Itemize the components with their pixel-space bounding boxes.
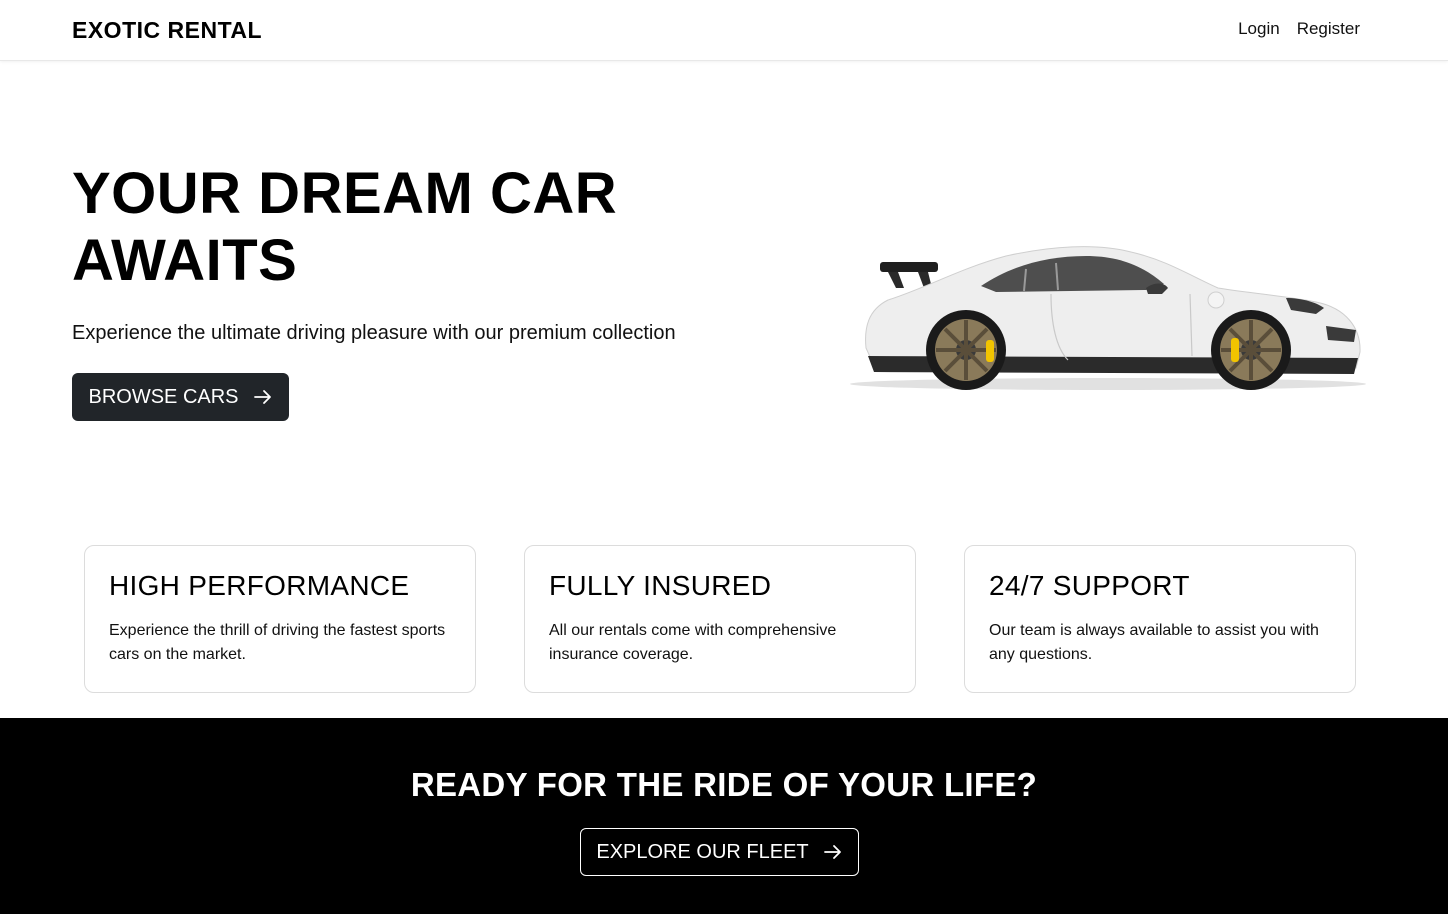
feature-title: FULLY INSURED (549, 570, 772, 601)
feature-card-performance: HIGH PERFORMANCE Experience the thrill o… (84, 545, 476, 693)
explore-fleet-label: EXPLORE OUR FLEET (596, 840, 809, 863)
feature-title: HIGH PERFORMANCE (109, 570, 410, 601)
hero-car-image (850, 246, 1366, 390)
cta-section: READY FOR THE RIDE OF YOUR LIFE? EXPLORE… (0, 718, 1448, 914)
hero-title: YOUR DREAM CAR AWAITS (72, 161, 618, 293)
register-link[interactable]: Register (1297, 19, 1360, 39)
browse-cars-button[interactable]: BROWSE CARS (72, 373, 289, 421)
cta-title: READY FOR THE RIDE OF YOUR LIFE? (410, 766, 1038, 803)
explore-fleet-button[interactable]: EXPLORE OUR FLEET (580, 828, 859, 876)
nav-links: Login Register (1238, 19, 1360, 39)
feature-card-insured: FULLY INSURED All our rentals come with … (524, 545, 916, 693)
login-link[interactable]: Login (1238, 19, 1280, 39)
feature-text: All our rentals come with comprehensive … (549, 622, 837, 663)
brand-logo[interactable]: EXOTIC RENTAL (72, 17, 262, 44)
navbar: EXOTIC RENTAL Login Register (0, 0, 1448, 61)
feature-title: 24/7 SUPPORT (989, 570, 1190, 601)
browse-cars-label: BROWSE CARS (88, 385, 239, 408)
feature-text: Experience the thrill of driving the fas… (109, 622, 446, 663)
arrow-right-icon (253, 390, 271, 404)
arrow-right-icon (823, 845, 841, 859)
feature-text: Our team is always available to assist y… (989, 622, 1319, 663)
feature-card-support: 24/7 SUPPORT Our team is always availabl… (964, 545, 1356, 693)
hero-subtitle: Experience the ultimate driving pleasure… (72, 322, 676, 344)
